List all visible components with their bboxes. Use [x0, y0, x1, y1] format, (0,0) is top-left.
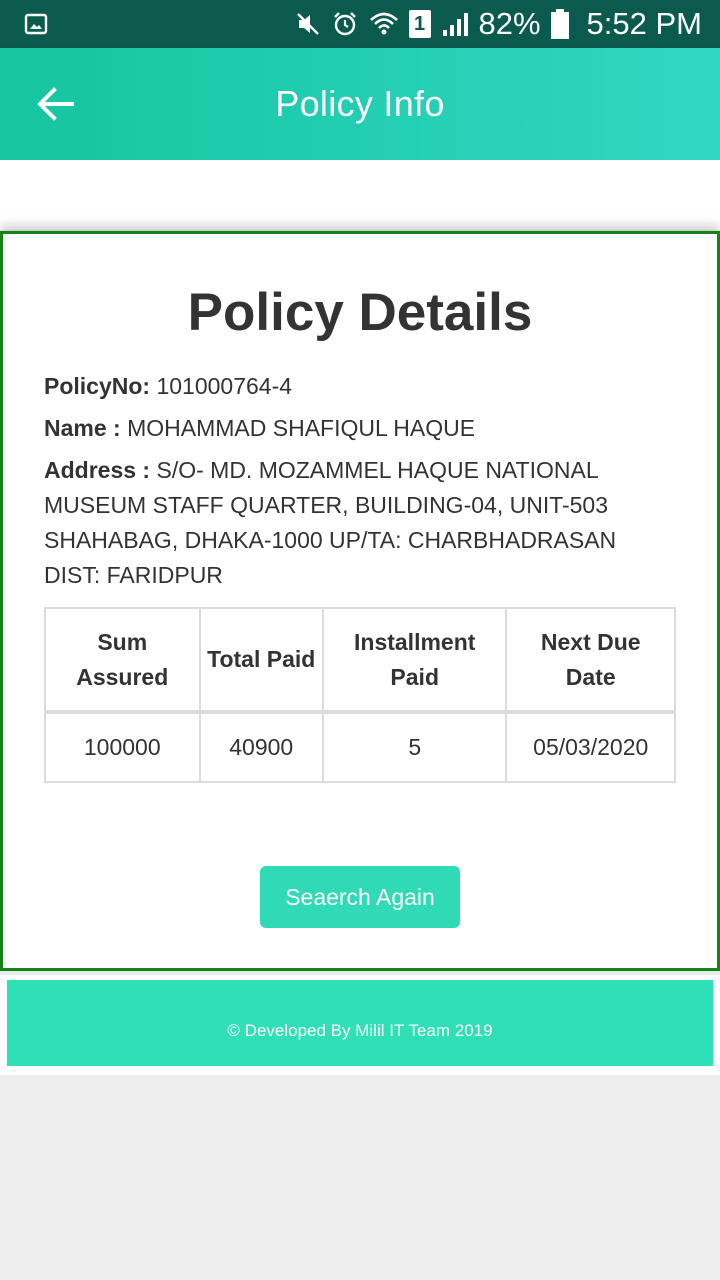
battery-icon: [550, 9, 569, 39]
sim-icon: 1: [408, 10, 431, 38]
col-total-paid: Total Paid: [198, 607, 324, 714]
col-sum-assured: Sum Assured: [44, 607, 201, 714]
col-next-due-date: Next Due Date: [505, 607, 676, 714]
name-value: MOHAMMAD SHAFIQUL HAQUE: [127, 415, 476, 441]
cell-sum-assured: 100000: [44, 711, 201, 783]
cell-installment-paid: 5: [321, 711, 508, 783]
clock-time: 5:52 PM: [586, 6, 702, 41]
address-row: Address : S/O- MD. MOZAMMEL HAQUE NATION…: [44, 453, 674, 593]
table-row: 100000 40900 5 05/03/2020: [44, 711, 676, 783]
gallery-icon: [24, 12, 48, 36]
footer: © Developed By Milil IT Team 2019: [0, 975, 720, 1075]
top-spacer: [0, 160, 720, 230]
address-label: Address :: [44, 457, 151, 483]
page-title: Policy Info: [275, 83, 445, 124]
policy-no-row: PolicyNo: 101000764-4: [44, 369, 674, 404]
policy-heading: Policy Details: [187, 283, 533, 342]
policy-no-label: PolicyNo:: [44, 373, 151, 399]
status-icons: 1 82% 5:52 PM: [295, 0, 702, 48]
search-again-button[interactable]: Seaerch Again: [260, 866, 460, 928]
mute-icon: [295, 11, 321, 37]
footer-text: © Developed By Milil IT Team 2019: [7, 980, 713, 1066]
cell-next-due-date: 05/03/2020: [505, 711, 676, 783]
alarm-icon: [331, 10, 359, 38]
signal-icon: [441, 10, 469, 38]
app-bar: Policy Info: [0, 48, 720, 160]
policy-card: Policy Details PolicyNo: 101000764-4 Nam…: [0, 231, 720, 971]
policy-table: Sum Assured Total Paid Installment Paid …: [44, 607, 676, 783]
status-bar: 1 82% 5:52 PM: [0, 0, 720, 48]
col-installment-paid: Installment Paid: [321, 607, 508, 714]
wifi-icon: [369, 10, 399, 38]
table-header-row: Sum Assured Total Paid Installment Paid …: [44, 607, 676, 714]
name-row: Name : MOHAMMAD SHAFIQUL HAQUE: [44, 411, 674, 446]
policy-no-value: 101000764-4: [156, 373, 293, 399]
battery-percent: 82%: [478, 6, 541, 41]
cell-total-paid: 40900: [198, 711, 324, 783]
name-label: Name :: [44, 415, 121, 441]
